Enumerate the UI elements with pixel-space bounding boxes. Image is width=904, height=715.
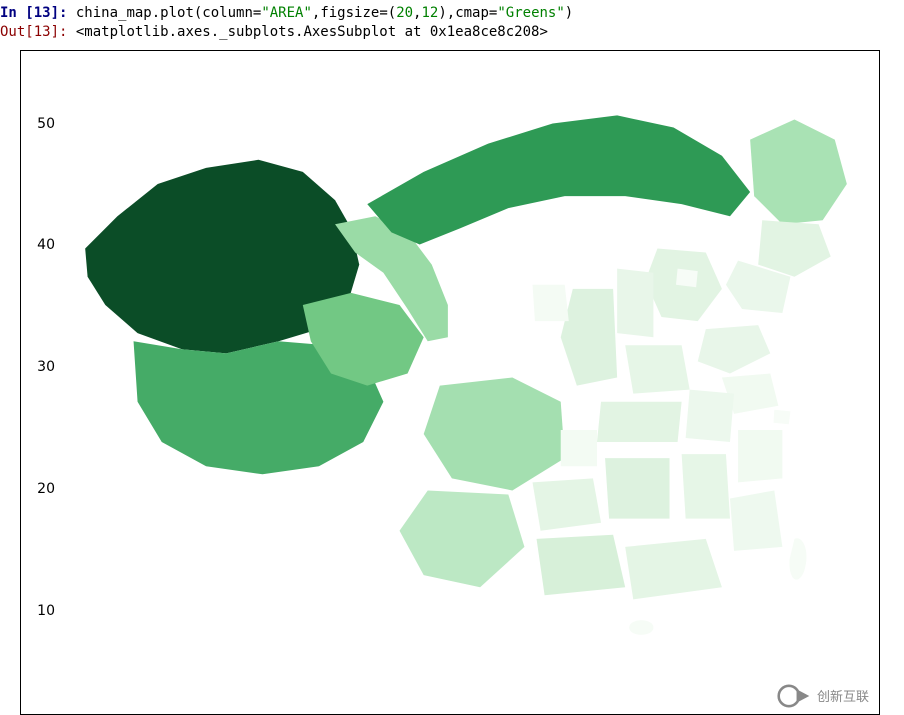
out-prompt: Out[13]: xyxy=(0,24,76,40)
plot-area xyxy=(61,63,867,684)
watermark-logo-icon xyxy=(777,684,811,708)
jupyter-cell: In [13]: china_map.plot(column="AREA",fi… xyxy=(0,0,904,42)
y-tick-label: 10 xyxy=(21,603,55,619)
region-hunan xyxy=(605,458,669,518)
in-prompt: In [13]: xyxy=(0,5,76,21)
region-jilin xyxy=(758,220,831,276)
region-anhui xyxy=(686,389,734,441)
region-heilongjiang xyxy=(750,119,847,224)
region-taiwan xyxy=(789,538,806,579)
region-inner-mongolia xyxy=(367,115,750,244)
region-sichuan xyxy=(424,377,565,490)
region-fujian xyxy=(730,490,782,550)
code-text: china_map.plot(column= xyxy=(76,5,261,21)
region-yunnan xyxy=(400,490,525,587)
code-output-line: Out[13]: <matplotlib.axes._subplots.Axes… xyxy=(0,23,904,42)
y-tick-label: 30 xyxy=(21,359,55,375)
region-guizhou xyxy=(533,478,602,530)
code-string: "AREA" xyxy=(261,5,312,21)
watermark: 创新互联 xyxy=(777,684,869,708)
region-beijing xyxy=(676,268,698,287)
region-guangxi xyxy=(537,535,626,595)
watermark-text: 创新互联 xyxy=(817,686,869,705)
choropleth-map xyxy=(61,63,867,684)
region-hainan xyxy=(629,620,653,635)
region-shandong xyxy=(698,325,771,373)
region-henan xyxy=(625,345,689,393)
region-shanxi xyxy=(617,268,653,337)
y-tick-label: 40 xyxy=(21,237,55,253)
y-tick-label: 50 xyxy=(21,116,55,132)
region-shanghai xyxy=(774,410,791,425)
region-shaanxi xyxy=(561,289,617,386)
region-hubei xyxy=(597,402,682,442)
matplotlib-figure: 创新互联 10 20 30 40 50 xyxy=(20,50,880,715)
region-ningxia xyxy=(533,285,569,321)
region-guangdong xyxy=(625,539,722,599)
y-tick-label: 20 xyxy=(21,481,55,497)
code-string: "Greens" xyxy=(497,5,564,21)
out-text: <matplotlib.axes._subplots.AxesSubplot a… xyxy=(76,24,548,40)
region-jiangxi xyxy=(682,454,730,519)
code-input-line: In [13]: china_map.plot(column="AREA",fi… xyxy=(0,4,904,23)
region-zhejiang xyxy=(738,430,782,482)
region-chongqing xyxy=(561,430,597,466)
